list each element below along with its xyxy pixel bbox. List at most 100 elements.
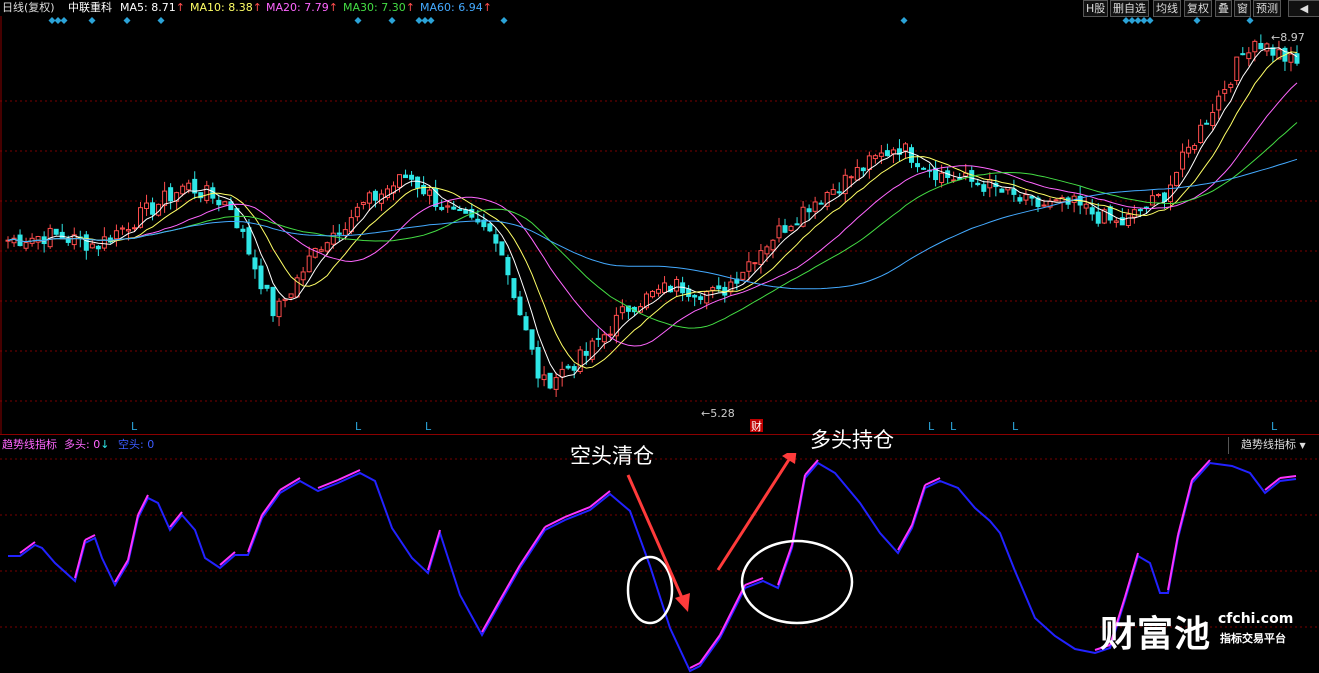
candle-body: [812, 201, 818, 212]
signal-marker: [88, 17, 96, 24]
candle-body: [180, 185, 186, 195]
candle-body: [740, 271, 746, 280]
candle-body: [806, 208, 812, 213]
low-price-label: ←5.28: [701, 407, 735, 420]
long-trend-segment: [261, 489, 281, 516]
hk-share-button[interactable]: H股: [1083, 0, 1109, 17]
candle-body: [752, 262, 758, 265]
candle-body: [228, 201, 234, 211]
candle-body: [1041, 204, 1047, 207]
forecast-button[interactable]: 预测: [1253, 0, 1281, 17]
indicator-selector[interactable]: 趋势线指标 ▼: [1228, 437, 1316, 454]
long-trend-segment: [804, 459, 819, 476]
signal-marker: [1246, 17, 1254, 24]
candle-body: [650, 290, 655, 298]
candle-body: [987, 179, 993, 189]
candle-body: [1089, 207, 1095, 215]
period-label[interactable]: 日线(复权): [2, 0, 55, 16]
candle-body: [366, 192, 372, 204]
adjust-button[interactable]: 复权: [1184, 0, 1212, 17]
candle-body: [282, 298, 288, 301]
candle-body: [1095, 211, 1101, 224]
long-trend-segment: [1124, 552, 1139, 598]
candle-body: [583, 350, 589, 356]
candle-body: [288, 293, 294, 299]
long-trend-segment: [519, 526, 546, 566]
short-value: 空头: 0: [118, 438, 155, 451]
l-marker: L: [355, 420, 362, 433]
candle-body: [939, 172, 945, 183]
candle-body: [836, 191, 842, 194]
signal-marker: [60, 17, 68, 24]
signal-marker: [123, 17, 131, 24]
remove-watchlist-button[interactable]: 删自选: [1110, 0, 1149, 17]
collapse-panel-button[interactable]: ◀: [1288, 0, 1319, 17]
candle-body: [276, 300, 282, 318]
long-trend-segment: [137, 494, 149, 516]
candle-body: [270, 286, 276, 317]
pane-divider[interactable]: [0, 434, 1319, 435]
candle-body: [788, 225, 794, 231]
long-trend-segment: [777, 544, 793, 586]
candle-body: [999, 188, 1005, 193]
long-trend-segment: [169, 511, 183, 528]
candle-body: [1234, 56, 1240, 81]
long-value: 多头: 0↓: [64, 438, 110, 451]
candle-body: [131, 227, 137, 230]
candle-body: [1155, 194, 1161, 197]
candle-body: [336, 232, 342, 235]
candle-body: [451, 206, 457, 210]
indicator-header: 趋势线指标 多头: 0↓ 空头: 0 趋势线指标 ▼: [0, 437, 1319, 454]
candle-body: [144, 202, 150, 210]
candle-body: [1168, 184, 1174, 203]
candle-body: [656, 288, 662, 294]
candle-body: [1131, 209, 1137, 218]
candle-body: [975, 182, 981, 186]
candle-body: [794, 223, 800, 226]
candle-body: [234, 208, 240, 229]
l-marker: L: [1271, 420, 1278, 433]
overlay-button[interactable]: 叠: [1215, 0, 1232, 17]
long-arrow-head: [782, 453, 797, 464]
signal-marker: [1146, 17, 1154, 24]
l-marker: L: [950, 420, 957, 433]
candle-body: [698, 296, 704, 300]
signal-marker: [1128, 17, 1136, 24]
long-trend-segment: [247, 514, 263, 553]
ma30-value: MA30: 7.30↑: [343, 1, 415, 14]
candle-body: [704, 291, 710, 304]
signal-marker: [388, 17, 396, 24]
candle-body: [782, 225, 788, 233]
candle-body: [186, 182, 192, 191]
candle-body: [427, 189, 433, 196]
candle-body: [204, 185, 210, 201]
candle-body: [1149, 195, 1155, 206]
stock-name: 中联重科: [68, 1, 112, 14]
candle-body: [1137, 209, 1143, 212]
candle-body: [981, 184, 987, 192]
candle-body: [330, 232, 336, 245]
long-trend-segment: [1191, 459, 1211, 481]
candle-body: [95, 245, 101, 250]
long-hold-annotation: 多头持仓: [810, 428, 894, 452]
candle-body: [571, 366, 577, 371]
watermark-domain: cfchi.com: [1218, 611, 1294, 627]
indicator-name[interactable]: 趋势线指标: [2, 437, 57, 453]
candle-body: [1246, 52, 1252, 60]
long-trend-segment: [1177, 479, 1193, 536]
candle-body: [445, 205, 451, 208]
window-button[interactable]: 窗: [1234, 0, 1251, 17]
candle-body: [222, 201, 228, 206]
candle-body: [607, 333, 613, 336]
candle-body: [1192, 145, 1198, 150]
candle-body: [493, 234, 499, 244]
ma-button[interactable]: 均线: [1153, 0, 1181, 17]
candle-body: [312, 247, 318, 258]
candle-body: [125, 229, 131, 232]
candle-body: [505, 257, 511, 276]
signal-marker: [427, 17, 435, 24]
kline-chart-area[interactable]: ←8.97 ←5.28 L L L L L L L 财: [0, 16, 1319, 434]
candle-body: [1113, 220, 1119, 223]
watermark-tagline: 指标交易平台: [1220, 632, 1286, 645]
signal-marker: [421, 17, 429, 24]
